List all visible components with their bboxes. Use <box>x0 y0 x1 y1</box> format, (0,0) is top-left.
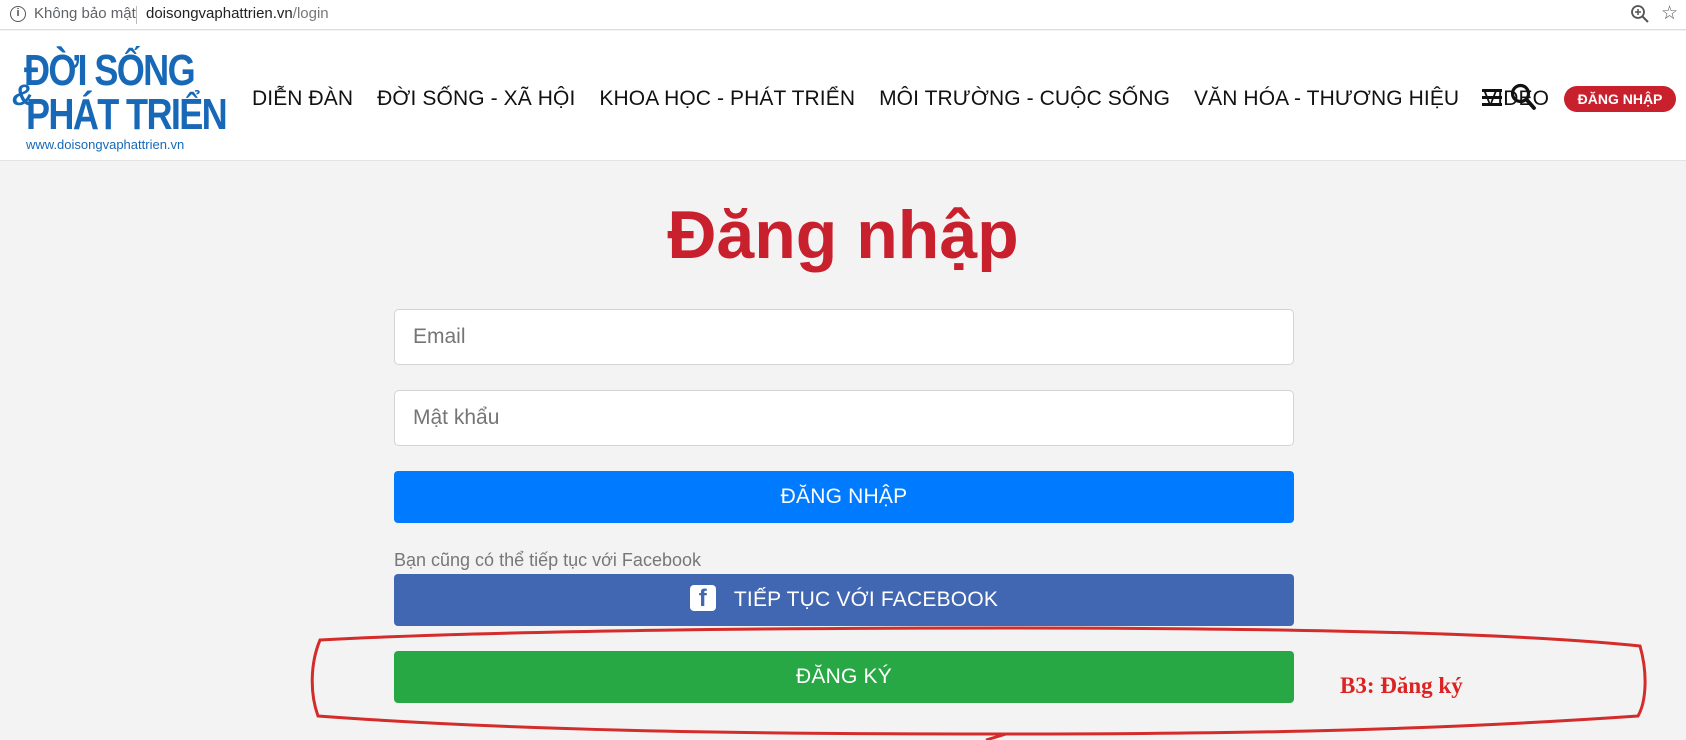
info-icon[interactable]: i <box>10 6 26 22</box>
site-logo[interactable]: ĐỜI SỐNG & PHÁT TRIỂN www.doisongvaphatt… <box>12 46 228 153</box>
nav-item-khoa-hoc-phat-trien[interactable]: KHOA HỌC - PHÁT TRIỂN <box>599 87 855 111</box>
facebook-login-button[interactable]: f TIẾP TỤC VỚI FACEBOOK <box>394 574 1294 626</box>
main-nav: DIỄN ĐÀN ĐỜI SỐNG - XÃ HỘI KHOA HỌC - PH… <box>252 87 1573 111</box>
nav-item-dien-dan[interactable]: DIỄN ĐÀN <box>252 87 353 111</box>
url-text[interactable]: doisongvaphattrien.vn/login <box>146 5 329 22</box>
login-button[interactable]: ĐĂNG NHẬP <box>394 471 1294 523</box>
annotation-label: B3: Đăng ký <box>1340 673 1463 698</box>
password-input[interactable] <box>394 390 1294 446</box>
page-title: Đăng nhập <box>667 197 1019 273</box>
nav-item-doi-song-xa-hoi[interactable]: ĐỜI SỐNG - XÃ HỘI <box>377 87 575 111</box>
address-separator <box>136 6 137 24</box>
url-domain: doisongvaphattrien.vn <box>146 5 293 22</box>
nav-item-moi-truong-cuoc-song[interactable]: MÔI TRƯỜNG - CUỘC SỐNG <box>879 87 1170 111</box>
logo-url: www.doisongvaphattrien.vn <box>26 137 185 152</box>
browser-address-bar[interactable]: i Không bảo mật doisongvaphattrien.vn/lo… <box>0 0 1686 30</box>
search-icon[interactable] <box>1510 83 1536 111</box>
facebook-button-label: TIẾP TỤC VỚI FACEBOOK <box>733 588 999 611</box>
logo-line2: PHÁT TRIỂN <box>26 90 228 139</box>
email-input[interactable] <box>394 309 1294 365</box>
nav-item-van-hoa-thuong-hieu[interactable]: VĂN HÓA - THƯƠNG HIỆU <box>1194 87 1459 111</box>
facebook-hint: Bạn cũng có thể tiếp tục với Facebook <box>394 550 701 570</box>
logo-line1: ĐỜI SỐNG <box>24 46 196 95</box>
zoom-icon[interactable] <box>1630 4 1650 24</box>
site-header: ĐỜI SỐNG & PHÁT TRIỂN www.doisongvaphatt… <box>0 31 1686 161</box>
hamburger-icon[interactable] <box>1482 89 1502 107</box>
bookmark-star-icon[interactable]: ☆ <box>1661 2 1678 25</box>
facebook-icon: f <box>689 585 716 612</box>
security-label: Không bảo mật <box>34 5 136 22</box>
header-login-button[interactable]: ĐĂNG NHẬP <box>1564 86 1676 112</box>
url-path: /login <box>292 5 329 22</box>
